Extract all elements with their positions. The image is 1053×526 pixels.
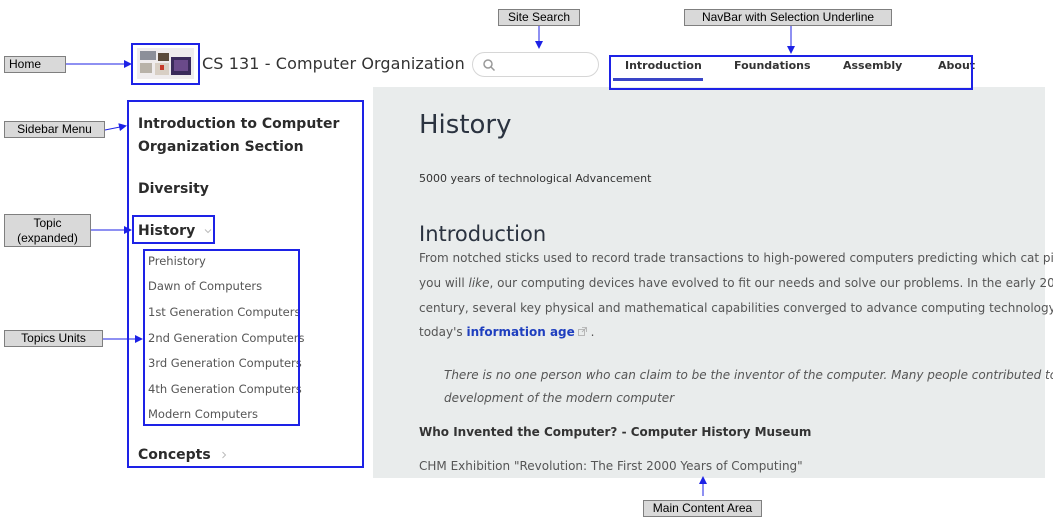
callout-topic-line-2: (expanded) [17,231,78,245]
callout-topic-line-1: Topic [33,216,62,230]
arrow-sidebar-menu [104,123,127,132]
callout-navbar: NavBar with Selection Underline [684,9,892,26]
callout-topics-units: Topics Units [4,330,103,347]
callout-sidebar-menu: Sidebar Menu [4,121,105,138]
callout-home: Home [4,56,66,73]
callout-topic-expanded: Topic (expanded) [4,214,91,247]
callout-site-search: Site Search [498,9,580,26]
callout-main-content: Main Content Area [643,500,762,517]
annotation-arrows [66,26,795,496]
